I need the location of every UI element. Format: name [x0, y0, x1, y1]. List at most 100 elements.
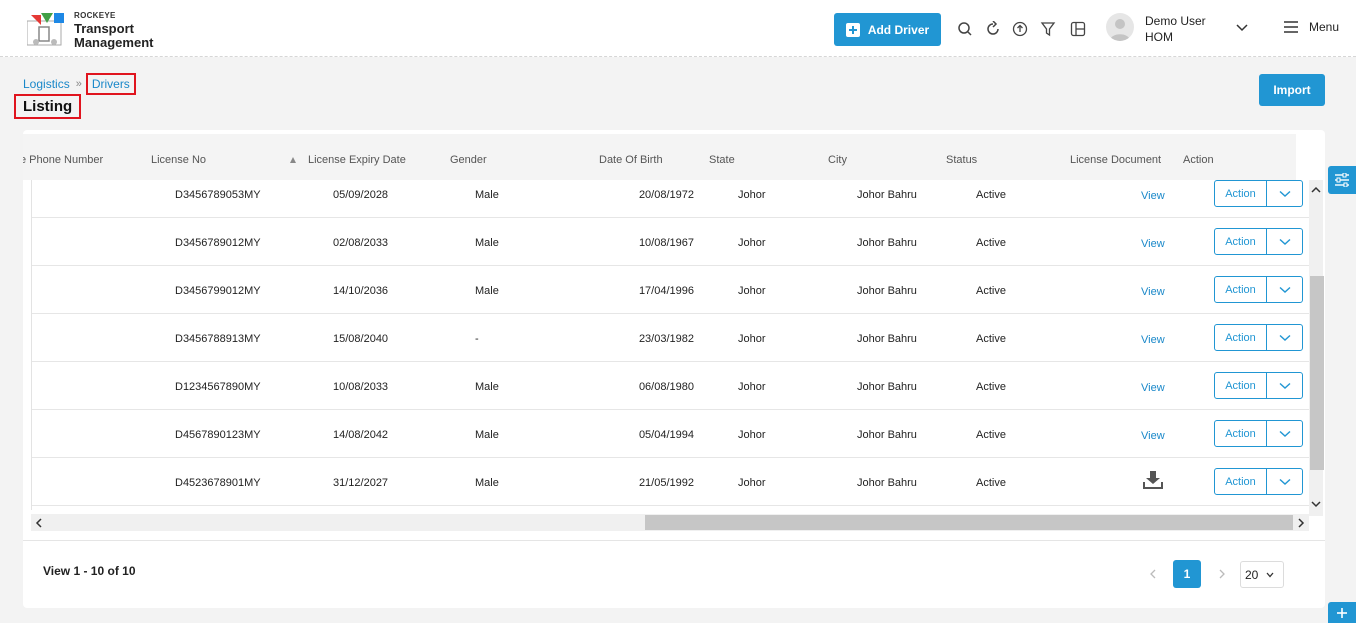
menu-button[interactable]: Menu: [1283, 20, 1339, 34]
breadcrumb-drivers[interactable]: Drivers: [85, 73, 136, 95]
action-button[interactable]: Action: [1215, 373, 1267, 398]
cell-state: Johor: [738, 429, 766, 441]
scroll-down-icon[interactable]: [1311, 500, 1321, 508]
action-button[interactable]: Action: [1215, 181, 1267, 206]
column-header-license-expiry-date[interactable]: License Expiry Date: [308, 154, 406, 166]
action-dropdown-button[interactable]: Action: [1214, 372, 1303, 399]
action-dropdown-button[interactable]: Action: [1214, 276, 1303, 303]
cell-state: Johor: [738, 333, 766, 345]
cell-city: Johor Bahru: [857, 333, 917, 345]
view-document-link[interactable]: View: [1141, 190, 1165, 202]
action-menu-toggle[interactable]: [1267, 181, 1302, 206]
avatar[interactable]: [1106, 13, 1134, 41]
action-dropdown-button[interactable]: Action: [1214, 468, 1303, 495]
table-row: D3456799012MY 14/10/2036 Male Johor Johor Ba…: [32, 266, 1309, 314]
action-menu-toggle[interactable]: [1267, 277, 1302, 302]
filter-icon[interactable]: [1038, 19, 1058, 39]
column-header-phone-number[interactable]: e Phone Number: [23, 154, 103, 166]
table-header: e Phone Number License No License Expiry…: [23, 134, 1296, 180]
search-icon[interactable]: [955, 19, 975, 39]
view-document-link[interactable]: View: [1141, 430, 1165, 442]
column-header-date-of-birth[interactable]: Date Of Birth: [599, 154, 663, 166]
quick-add-tab[interactable]: [1328, 602, 1356, 623]
action-button[interactable]: Action: [1215, 229, 1267, 254]
action-button[interactable]: Action: [1215, 277, 1267, 302]
scroll-up-icon[interactable]: [1311, 186, 1321, 194]
chevron-left-icon[interactable]: [1147, 568, 1159, 580]
scroll-right-icon[interactable]: [1297, 518, 1305, 528]
user-name[interactable]: Demo User: [1145, 14, 1206, 28]
cell-gender: Male: [475, 237, 499, 249]
table-row: D1234567890MY 10/08/2033 Male Johor Johor Ba…: [32, 362, 1309, 410]
cell-state: Johor: [738, 285, 766, 297]
table-row: D4523678901MY 31/12/2027 Male Johor Johor Ba…: [32, 458, 1309, 506]
download-icon[interactable]: [1142, 470, 1164, 490]
chevron-down-icon: [1279, 430, 1290, 437]
view-document-link[interactable]: View: [1141, 334, 1165, 346]
vertical-scrollbar[interactable]: [1309, 180, 1324, 516]
action-dropdown-button[interactable]: Action: [1214, 228, 1303, 255]
cell-status: Active: [976, 381, 1006, 393]
action-menu-toggle[interactable]: [1267, 229, 1302, 254]
action-menu-toggle[interactable]: [1267, 373, 1302, 398]
action-button[interactable]: Action: [1215, 421, 1267, 446]
action-menu-toggle[interactable]: [1267, 421, 1302, 446]
refresh-icon[interactable]: [983, 19, 1003, 39]
sort-up-icon[interactable]: [290, 157, 296, 163]
column-settings-tab[interactable]: [1328, 166, 1356, 194]
cell-status: Active: [976, 189, 1006, 201]
column-header-state[interactable]: State: [709, 154, 735, 166]
view-document-link[interactable]: View: [1141, 382, 1165, 394]
cell-expiry: 02/08/2033: [333, 237, 389, 249]
chevron-down-icon: [1279, 238, 1290, 245]
horizontal-scroll-thumb[interactable]: [645, 515, 1293, 530]
view-document-link[interactable]: View: [1141, 238, 1165, 250]
columns-icon[interactable]: [1068, 19, 1088, 39]
breadcrumb-logistics[interactable]: Logistics: [23, 77, 70, 91]
vertical-scroll-thumb[interactable]: [1310, 276, 1324, 470]
column-header-gender[interactable]: Gender: [450, 154, 487, 166]
user-avatar-icon: [1110, 19, 1130, 41]
column-header-status[interactable]: Status: [946, 154, 977, 166]
action-dropdown-button[interactable]: Action: [1214, 324, 1303, 351]
action-button[interactable]: Action: [1215, 325, 1267, 350]
view-document-link[interactable]: View: [1141, 286, 1165, 298]
column-header-action[interactable]: Action: [1183, 154, 1214, 166]
cell-city: Johor Bahru: [857, 429, 917, 441]
action-button[interactable]: Action: [1215, 469, 1267, 494]
column-header-license-no[interactable]: License No: [151, 154, 206, 166]
drivers-table-card: e Phone Number License No License Expiry…: [23, 130, 1325, 608]
page-size-select[interactable]: 20: [1240, 561, 1284, 588]
cell-gender: Male: [475, 285, 499, 297]
cell-expiry: 31/12/2027: [333, 477, 389, 489]
chevron-down-icon[interactable]: [1234, 20, 1250, 36]
brand-name-line2: Management: [74, 35, 154, 50]
user-branch: HOM: [1145, 30, 1173, 44]
action-menu-toggle[interactable]: [1267, 469, 1302, 494]
cell-status: Active: [976, 285, 1006, 297]
cell-state: Johor: [738, 381, 766, 393]
cell-city: Johor Bahru: [857, 237, 917, 249]
action-menu-toggle[interactable]: [1267, 325, 1302, 350]
chevron-down-icon: [1279, 286, 1290, 293]
action-dropdown-button[interactable]: Action: [1214, 420, 1303, 447]
add-driver-button[interactable]: Add Driver: [834, 13, 941, 46]
cell-dob: 17/04/1996: [638, 285, 694, 297]
page-button-1[interactable]: 1: [1173, 560, 1201, 588]
cell-dob: 23/03/1982: [638, 333, 694, 345]
horizontal-scrollbar[interactable]: [31, 514, 1309, 531]
view-count: View 1 - 10 of 10: [43, 564, 136, 578]
cell-status: Active: [976, 333, 1006, 345]
upload-icon[interactable]: [1010, 19, 1030, 39]
action-dropdown-button[interactable]: Action: [1214, 180, 1303, 207]
column-header-license-document[interactable]: License Document: [1070, 154, 1161, 166]
cell-license-no: D1234567890MY: [175, 381, 261, 393]
cell-status: Active: [976, 429, 1006, 441]
import-button[interactable]: Import: [1259, 74, 1325, 106]
chevron-right-icon[interactable]: [1216, 568, 1228, 580]
cell-state: Johor: [738, 237, 766, 249]
column-header-city[interactable]: City: [828, 154, 847, 166]
scroll-left-icon[interactable]: [35, 518, 43, 528]
brand-name-line1: Transport: [74, 21, 134, 36]
cell-gender: Male: [475, 189, 499, 201]
